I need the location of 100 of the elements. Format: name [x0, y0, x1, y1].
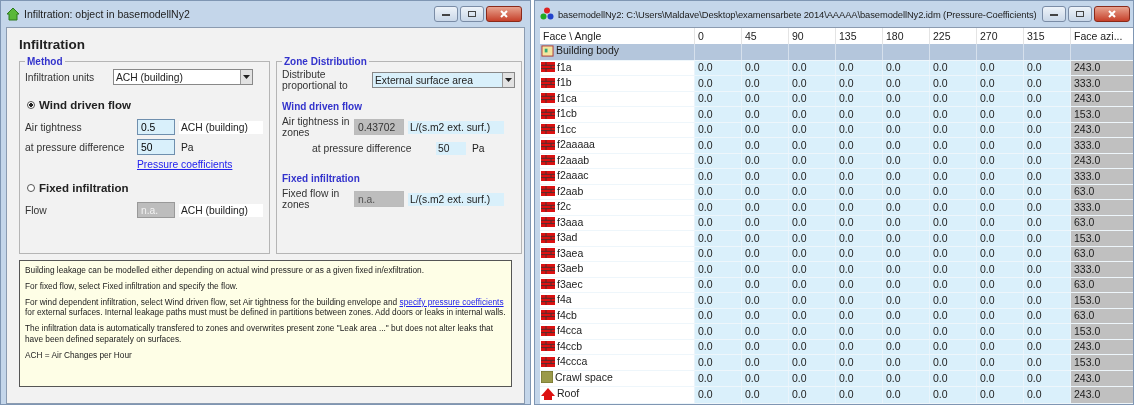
- specify-coefficients-link[interactable]: specify pressure coefficients: [399, 296, 504, 307]
- roof-icon: [541, 387, 555, 400]
- brick-wall-icon: [541, 263, 555, 274]
- group-legend: Zone Distribution: [282, 56, 369, 67]
- input-field[interactable]: 0.43702: [354, 119, 404, 135]
- tree-item[interactable]: f3aaa: [541, 215, 584, 229]
- tree-item[interactable]: f1a: [541, 60, 572, 74]
- tree-item[interactable]: Crawl space: [541, 370, 613, 384]
- maximize-icon: [1075, 10, 1085, 18]
- column-header[interactable]: 225: [929, 28, 977, 44]
- radio-button[interactable]: Wind driven flow: [27, 99, 131, 111]
- input-field[interactable]: 0.5: [137, 119, 175, 135]
- brick-wall-icon: [541, 186, 555, 196]
- column-header[interactable]: 45: [741, 28, 789, 44]
- field-label: at pressure difference: [311, 143, 413, 154]
- section-heading: Wind driven flow: [282, 101, 363, 112]
- help-text: For fixed flow, select Fixed infiltration and specify the flow.: [25, 280, 239, 292]
- column-header[interactable]: 135: [835, 28, 883, 44]
- tree-item[interactable]: f4a: [541, 293, 572, 306]
- minimize-icon: [441, 11, 451, 17]
- brick-wall-icon: [541, 279, 555, 289]
- unit-label: Pa: [180, 140, 195, 154]
- minimize-icon: [1049, 11, 1059, 17]
- field-label: Air tightness in zones: [282, 116, 350, 138]
- tree-item[interactable]: f1cc: [541, 122, 577, 136]
- help-text: The infiltration data is automatically transfered to zones and overwrites present zone "Leak area ..." but does not alter leaks that have been defined separately on surfaces.: [25, 323, 494, 345]
- brick-wall-icon: [541, 139, 555, 150]
- tree-item[interactable]: f3aeb: [541, 262, 584, 275]
- panel-heading: Infiltration: [19, 37, 86, 52]
- brick-wall-icon: [541, 93, 555, 103]
- field-label: Infiltration units: [25, 71, 96, 83]
- column-header[interactable]: 90: [788, 28, 836, 44]
- brick-wall-icon: [541, 170, 555, 181]
- brick-wall-icon: [541, 201, 555, 212]
- tree-item[interactable]: f1b: [541, 76, 572, 89]
- unit-label: L/(s.m2 ext. surf.): [408, 120, 504, 134]
- brick-wall-icon: [541, 62, 555, 72]
- brick-wall-icon: [541, 341, 555, 351]
- house-icon: [6, 7, 20, 21]
- tree-item[interactable]: f1cb: [541, 107, 577, 120]
- unit-label: Pa: [471, 142, 486, 155]
- column-header[interactable]: 180: [882, 28, 930, 44]
- brick-wall-icon: [541, 155, 555, 165]
- brick-wall-icon: [541, 124, 555, 134]
- tree-item[interactable]: Roof: [541, 387, 580, 400]
- field-label: at pressure difference: [25, 141, 126, 153]
- caret-icon: [505, 78, 512, 82]
- brick-wall-icon: [541, 232, 555, 243]
- help-text: Building leakage can be modelled either depending on actual wind pressure or as a given fixed in/exfiltration.: [25, 265, 425, 276]
- column-header[interactable]: Face \ Angle: [540, 28, 695, 44]
- close-icon: [499, 10, 509, 18]
- close-button[interactable]: [1094, 6, 1130, 22]
- dropdown[interactable]: ACH (building): [113, 69, 253, 85]
- window-title: Infiltration: object in basemodellNy2: [24, 8, 191, 20]
- tree-item[interactable]: f2aaaaa: [541, 138, 595, 151]
- field-label: Fixed flow in zones: [282, 188, 341, 210]
- field-label: Air tightness: [25, 121, 83, 133]
- tree-item[interactable]: f4cb: [541, 308, 577, 322]
- minimize-button[interactable]: [434, 6, 458, 22]
- minimize-button[interactable]: [1042, 6, 1066, 22]
- brick-wall-icon: [541, 108, 555, 119]
- maximize-icon: [467, 10, 477, 18]
- group-legend: Method: [25, 56, 65, 67]
- tree-item[interactable]: f2aaab: [541, 153, 590, 167]
- unit-label: ACH (building): [179, 120, 263, 134]
- input-field[interactable]: 50: [137, 139, 175, 155]
- tree-item[interactable]: f4ccb: [541, 339, 583, 353]
- brick-wall-icon: [541, 77, 555, 88]
- brick-wall-icon: [541, 294, 555, 305]
- close-button[interactable]: [486, 6, 522, 22]
- tree-item[interactable]: f2c: [541, 200, 571, 213]
- column-header[interactable]: 315: [1023, 28, 1071, 44]
- tree-item[interactable]: f4cca: [541, 324, 583, 337]
- column-header[interactable]: 0: [694, 28, 742, 44]
- tree-item[interactable]: f2aab: [541, 184, 584, 198]
- pressure-coefficients-link[interactable]: Pressure coefficients: [137, 159, 233, 170]
- dropdown[interactable]: External surface area: [372, 72, 515, 88]
- tree-item[interactable]: f3aea: [541, 246, 584, 260]
- brick-wall-icon: [541, 248, 555, 258]
- brick-wall-icon: [541, 217, 555, 227]
- tree-item[interactable]: f2aaac: [541, 169, 589, 182]
- maximize-button[interactable]: [460, 6, 484, 22]
- tree-item[interactable]: f3aec: [541, 277, 583, 291]
- brick-wall-icon: [541, 310, 555, 320]
- app-icon: [540, 7, 554, 21]
- brick-wall-icon: [541, 356, 555, 367]
- maximize-button[interactable]: [1068, 6, 1092, 22]
- caret-icon: [243, 75, 250, 79]
- column-header[interactable]: 270: [976, 28, 1024, 44]
- radio-button[interactable]: Fixed infiltration: [27, 182, 129, 194]
- tree-item[interactable]: f4ccca: [541, 355, 588, 368]
- unit-label: ACH (building): [179, 203, 263, 217]
- tree-item[interactable]: f1ca: [541, 91, 577, 105]
- value-text: 50: [436, 142, 466, 155]
- brick-wall-icon: [541, 325, 555, 336]
- unit-label: L/(s.m2 ext. surf.): [408, 192, 504, 206]
- field-label: Flow: [25, 204, 48, 216]
- column-header[interactable]: Face azi...: [1070, 28, 1133, 44]
- tree-item[interactable]: f3ad: [541, 231, 578, 244]
- field-label: Distribute proportional to: [282, 69, 349, 91]
